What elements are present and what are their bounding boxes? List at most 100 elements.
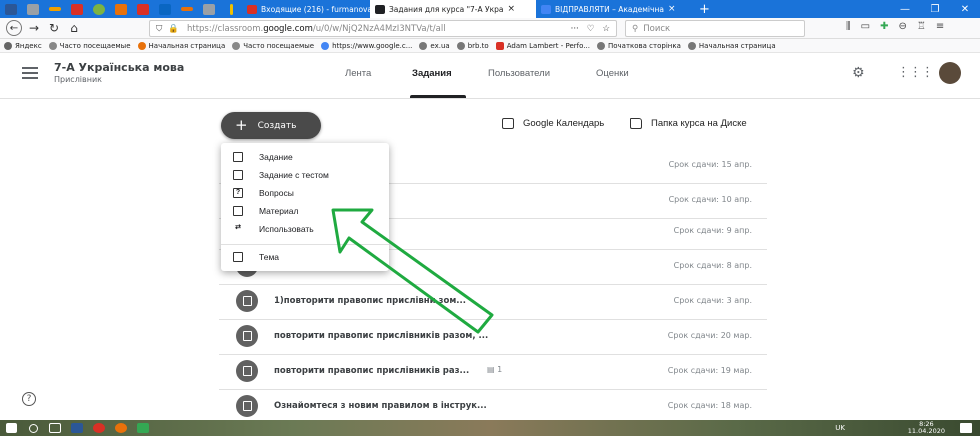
class-title[interactable]: 7-А Українська мова <box>54 61 184 74</box>
system-clock[interactable]: 8:26 11.04.2020 <box>908 421 945 435</box>
app-icon[interactable] <box>110 0 132 18</box>
url-path: /u/0/w/NjQ2NzA4MzI3NTVa/t/all <box>312 23 446 34</box>
menu-item-question[interactable]: ? Вопросы <box>221 184 389 202</box>
bookmark-star-icon[interactable]: ☆ <box>602 24 610 34</box>
firefox-icon[interactable] <box>110 420 132 436</box>
bookmarks-bar: Яндекс Часто посещаемые Начальная страни… <box>0 39 980 53</box>
browser-tab-classroom[interactable]: Задания для курса "7-А Укра × <box>370 0 536 18</box>
search-input[interactable]: ⚲ Поиск <box>625 20 805 37</box>
create-button[interactable]: + Создать <box>221 112 321 139</box>
pocket-icon[interactable]: ♡ <box>587 24 595 34</box>
language-indicator[interactable]: UK <box>835 424 845 432</box>
menu-divider <box>221 244 389 245</box>
menu-item-material[interactable]: Материал <box>221 202 389 220</box>
search-placeholder: Поиск <box>643 23 671 34</box>
word-icon[interactable] <box>66 420 88 436</box>
active-tab-indicator <box>410 95 466 98</box>
bookmark-item[interactable]: Начальная страница <box>687 41 776 50</box>
task-view-icon[interactable] <box>44 420 66 436</box>
account-icon[interactable]: ⊖ <box>898 21 906 32</box>
search-icon: ⚲ <box>632 23 639 34</box>
menu-icon[interactable]: ≡ <box>936 21 944 32</box>
minus-icon[interactable] <box>44 0 66 18</box>
bookmark-item[interactable]: Adam Lambert - Perfo... <box>495 41 590 50</box>
help-icon[interactable]: ? <box>22 392 36 406</box>
extension-icon-2[interactable]: ♖ <box>917 21 926 32</box>
opera-icon[interactable] <box>88 420 110 436</box>
bookmark-item[interactable]: Часто посещаемые <box>48 41 131 50</box>
menu-item-reuse[interactable]: ⇄ Использовать <box>221 220 389 238</box>
forward-icon[interactable]: → <box>24 19 44 37</box>
assignment-title: повторити правопис прислівників раз... <box>274 366 470 376</box>
assignment-icon <box>233 152 243 162</box>
bookmark-item[interactable]: Начальная страница <box>137 41 225 50</box>
tab-label: ВІДПРАВЛЯТИ – Академічна <box>555 4 664 14</box>
reuse-icon: ⇄ <box>235 224 241 231</box>
hamburger-menu-icon[interactable] <box>22 67 38 79</box>
k-icon[interactable] <box>66 0 88 18</box>
menu-item-quiz[interactable]: Задание с тестом <box>221 166 389 184</box>
browser-tab-academic[interactable]: ВІДПРАВЛЯТИ – Академічна × <box>536 0 694 18</box>
bookmark-item[interactable]: Початкова сторінка <box>596 41 681 50</box>
new-tab-button[interactable]: + <box>694 0 724 18</box>
word-taskbar-icon[interactable] <box>0 0 22 18</box>
settings-gear-icon[interactable]: ⚙ <box>852 65 865 81</box>
app-icon-4[interactable] <box>198 0 220 18</box>
menu-item-topic[interactable]: Тема <box>221 248 389 266</box>
app-icon-2[interactable] <box>132 0 154 18</box>
bookmark-item[interactable]: Яндекс <box>4 41 42 50</box>
globe-icon <box>456 41 465 50</box>
linkedin-icon[interactable] <box>154 0 176 18</box>
due-date: Срок сдачи: 18 мар. <box>667 401 752 410</box>
due-date: Срок сдачи: 20 мар. <box>667 331 752 340</box>
avatar[interactable] <box>939 62 961 84</box>
create-label: Создать <box>257 120 297 131</box>
comment-icon: ▤ <box>487 365 495 374</box>
globe-icon <box>687 41 696 50</box>
table-row[interactable]: повторити правопис прислівників разом, .… <box>219 319 767 355</box>
bookmark-item[interactable]: https://www.google.c... <box>321 41 412 50</box>
apps-grid-icon[interactable]: ⋮⋮⋮ <box>897 65 934 80</box>
assignment-icon <box>236 395 258 417</box>
tab-people[interactable]: Пользователи <box>488 68 550 79</box>
pencil-icon[interactable] <box>220 0 242 18</box>
notification-icon[interactable] <box>960 423 972 433</box>
assignment-title: Ознайомтеся з новим правилом в інструк..… <box>274 401 487 411</box>
browser-tab-mail[interactable]: Входящие (216) - furmanova × <box>242 0 370 18</box>
bookmark-item[interactable]: Часто посещаемые <box>232 41 314 50</box>
minimize-icon[interactable]: — <box>890 4 920 15</box>
close-window-icon[interactable]: ✕ <box>950 4 980 15</box>
table-row[interactable]: 1)повторити правопис прислівни зом... Сро… <box>219 284 767 320</box>
bookmark-item[interactable]: brb.to <box>456 41 489 50</box>
comment-count: ▤ 1 <box>487 365 503 374</box>
close-icon[interactable]: × <box>668 4 676 14</box>
back-button[interactable]: ← <box>4 19 24 37</box>
globe-icon <box>419 41 428 50</box>
app-icon-3[interactable] <box>176 0 198 18</box>
sidebar-icon[interactable]: ▭ <box>861 21 870 32</box>
calendar-link[interactable]: Google Календарь <box>502 118 604 129</box>
tab-grades[interactable]: Оценки <box>596 68 629 79</box>
assignment-title: повторити правопис прислівників разом, .… <box>274 331 489 341</box>
close-icon[interactable]: × <box>507 4 515 14</box>
tab-classwork[interactable]: Задания <box>412 68 452 79</box>
maximize-icon[interactable]: ❐ <box>920 4 950 15</box>
bookmark-favicon <box>4 41 12 50</box>
search-icon[interactable] <box>22 420 44 436</box>
app-taskbar-icon[interactable] <box>132 420 154 436</box>
pin-icon[interactable] <box>22 0 44 18</box>
library-icon[interactable]: ⫼ <box>846 21 851 32</box>
url-bar[interactable]: ⛉ 🔒 https://classroom. google.com/u/0/w/N… <box>149 20 617 37</box>
drive-folder-link[interactable]: Папка курса на Диске <box>630 118 747 129</box>
tab-stream[interactable]: Лента <box>345 68 371 79</box>
page-actions-icon[interactable]: ··· <box>571 24 579 34</box>
menu-item-assignment[interactable]: Задание <box>221 148 389 166</box>
reload-icon[interactable]: ↻ <box>44 19 64 37</box>
extension-icon[interactable]: ✚ <box>880 21 888 32</box>
windows-start-icon[interactable] <box>0 420 22 436</box>
folder-icon <box>630 118 642 129</box>
table-row[interactable]: повторити правопис прислівників раз... Ср… <box>219 354 767 390</box>
home-icon[interactable]: ⌂ <box>64 19 84 37</box>
globe-icon[interactable] <box>88 0 110 18</box>
bookmark-item[interactable]: ex.ua <box>419 41 450 50</box>
